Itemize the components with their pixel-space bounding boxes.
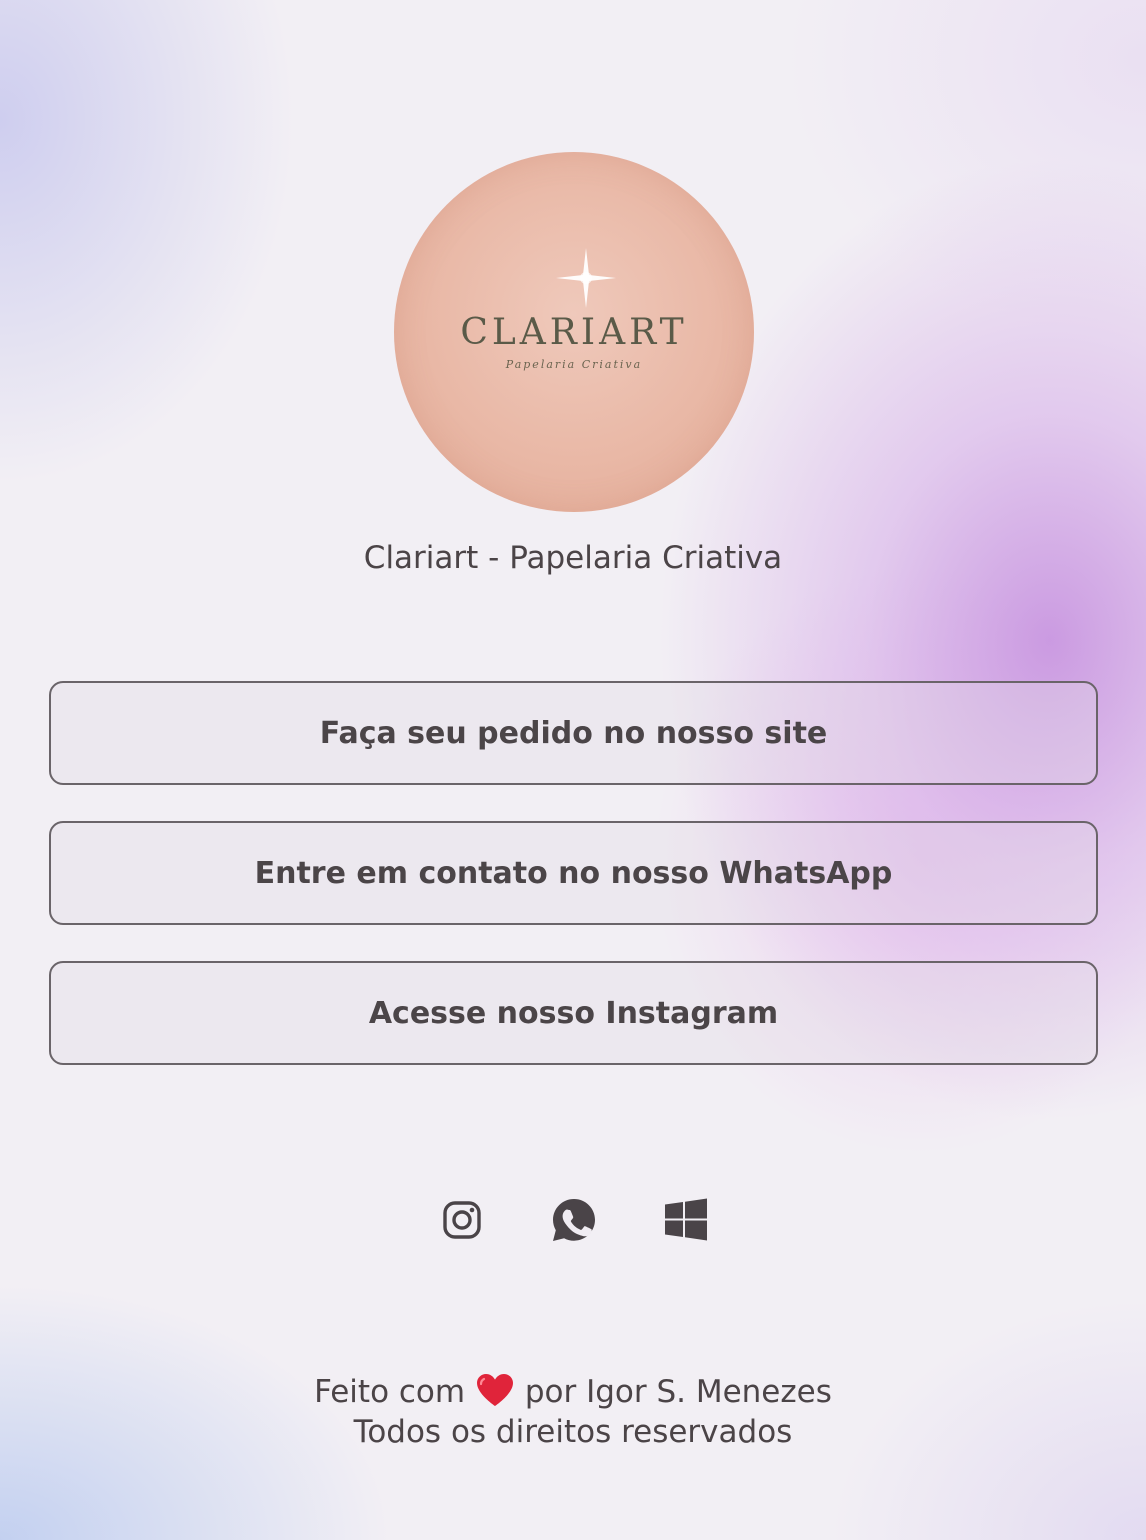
clariart-logo: CLARIART Papelaria Criativa bbox=[460, 248, 687, 371]
logo-tagline: Papelaria Criativa bbox=[505, 358, 642, 371]
order-site-button[interactable]: Faça seu pedido no nosso site bbox=[49, 681, 1098, 785]
whatsapp-icon[interactable] bbox=[550, 1196, 598, 1244]
logo-brand: CLARIART bbox=[460, 312, 687, 353]
heart-icon bbox=[476, 1374, 513, 1406]
footer-author: por Igor S. Menezes bbox=[524, 1374, 832, 1410]
sparkle-icon bbox=[556, 248, 616, 308]
footer-made-with: Feito com bbox=[314, 1374, 466, 1410]
whatsapp-contact-button[interactable]: Entre em contato no nosso WhatsApp bbox=[49, 821, 1098, 925]
link-page: CLARIART Papelaria Criativa Clariart - P… bbox=[0, 0, 1146, 1540]
footer: Feito com por Igor S. Menezes Todos os d… bbox=[0, 1372, 1146, 1452]
profile-name: Clariart - Papelaria Criativa bbox=[363, 540, 783, 576]
instagram-button[interactable]: Acesse nosso Instagram bbox=[49, 961, 1098, 1065]
profile-avatar: CLARIART Papelaria Criativa bbox=[394, 152, 754, 512]
footer-rights: Todos os direitos reservados bbox=[353, 1414, 793, 1450]
social-icons bbox=[0, 1196, 1146, 1244]
footer-credit: Feito com por Igor S. Menezes bbox=[0, 1372, 1146, 1412]
instagram-icon[interactable] bbox=[438, 1196, 486, 1244]
windows-icon[interactable] bbox=[662, 1196, 710, 1244]
